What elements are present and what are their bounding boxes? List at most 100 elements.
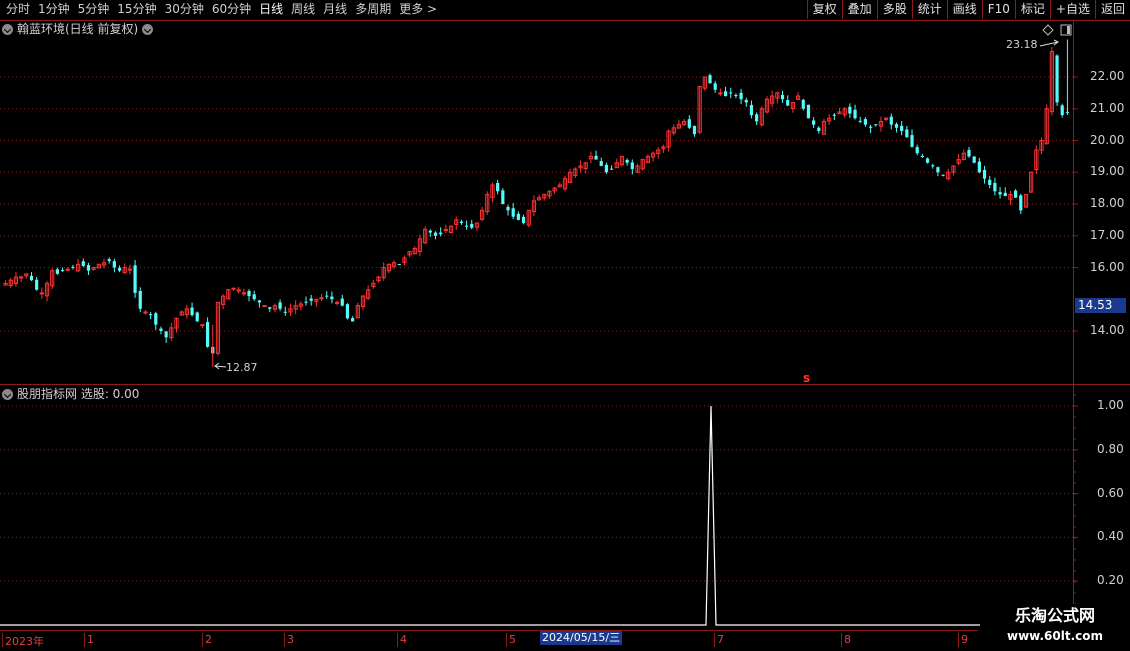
candle <box>526 209 531 228</box>
candle <box>645 154 650 164</box>
candle <box>402 255 407 266</box>
date-axis-label: 5 <box>506 633 516 647</box>
date-axis: 2023年 1 2 3 4 5 7 8 9 <box>0 630 978 651</box>
candle <box>573 167 578 178</box>
candle <box>325 291 329 299</box>
candle <box>169 322 174 342</box>
candle <box>687 115 691 129</box>
candle <box>247 289 251 302</box>
candle <box>44 280 50 302</box>
candle <box>3 280 8 286</box>
candle <box>215 301 221 356</box>
candle <box>946 168 951 181</box>
candle <box>334 300 340 306</box>
main-y-tick-label: 17.00 <box>1090 227 1125 242</box>
candle <box>298 301 303 311</box>
candle <box>439 227 443 237</box>
date-axis-label: 3 <box>284 633 294 647</box>
candle <box>817 126 821 134</box>
candle <box>381 262 386 281</box>
candle <box>501 188 505 205</box>
candle <box>1039 137 1044 155</box>
candle <box>692 125 697 137</box>
candle <box>764 96 770 114</box>
sub-y-tick-label: 0.40 <box>1097 529 1124 544</box>
current-price-tag: 14.53 <box>1075 298 1126 313</box>
watermark-url: www.60lt.com <box>1006 629 1104 643</box>
sub-y-tick-label: 0.80 <box>1097 441 1124 456</box>
candle <box>821 118 827 135</box>
candle <box>666 129 671 152</box>
candle <box>184 304 189 319</box>
candle <box>345 303 350 320</box>
candle <box>848 103 852 118</box>
candle <box>96 263 101 269</box>
candle <box>112 258 116 273</box>
candle <box>464 220 469 230</box>
candle <box>863 117 868 127</box>
main-y-tick-label: 20.00 <box>1090 132 1125 147</box>
low-price-label: 12.87 <box>226 361 258 374</box>
candle <box>931 163 935 169</box>
candle <box>682 119 687 126</box>
candle <box>531 195 537 217</box>
candle <box>433 231 438 240</box>
candle <box>853 104 857 120</box>
candle <box>894 122 899 133</box>
candle <box>164 330 168 344</box>
candle <box>961 149 966 161</box>
candle <box>770 90 775 107</box>
candle <box>827 114 832 125</box>
candle <box>599 157 603 167</box>
candle <box>729 87 733 99</box>
candle <box>159 326 163 335</box>
sub-pane-title[interactable]: 股朋指标网 选股: 0.00 <box>2 386 139 402</box>
candle <box>614 158 619 169</box>
candle <box>625 158 629 166</box>
main-y-tick-label: 22.00 <box>1090 69 1125 83</box>
candle <box>122 263 127 274</box>
candle <box>1019 193 1023 215</box>
candle <box>941 174 945 177</box>
candle <box>536 194 542 201</box>
candle <box>35 276 39 291</box>
candle <box>355 302 360 319</box>
sub-y-tick-label: 1.00 <box>1097 398 1124 412</box>
candle <box>671 124 676 136</box>
chart-canvas <box>0 21 1130 630</box>
candle <box>474 222 480 232</box>
candle <box>557 182 562 188</box>
candle <box>858 116 862 124</box>
date-axis-label: 8 <box>841 633 851 647</box>
candle <box>925 157 930 164</box>
candle <box>806 104 811 119</box>
candle <box>578 160 583 173</box>
candle <box>1023 193 1029 209</box>
candle <box>268 306 272 313</box>
candle <box>988 175 992 189</box>
candle <box>179 310 184 316</box>
candle <box>708 73 712 84</box>
candle <box>812 117 816 129</box>
date-axis-label: 4 <box>397 633 407 647</box>
candle <box>309 294 313 306</box>
candle <box>718 88 723 96</box>
candle <box>205 317 210 348</box>
candle <box>915 144 919 156</box>
candle <box>397 263 401 266</box>
candle <box>635 163 640 173</box>
high-price-label: 23.18 <box>1006 38 1038 51</box>
candle <box>8 277 13 289</box>
candle <box>412 246 417 255</box>
candle <box>29 272 34 282</box>
date-axis-label: 2 <box>202 633 212 647</box>
candle <box>1044 104 1049 145</box>
candle <box>480 206 485 222</box>
candle <box>86 262 91 276</box>
candle <box>423 226 428 245</box>
chevron-down-icon[interactable] <box>2 388 13 400</box>
candle <box>723 86 728 97</box>
candle <box>1055 54 1059 106</box>
candle <box>407 251 412 258</box>
candle <box>60 267 65 273</box>
